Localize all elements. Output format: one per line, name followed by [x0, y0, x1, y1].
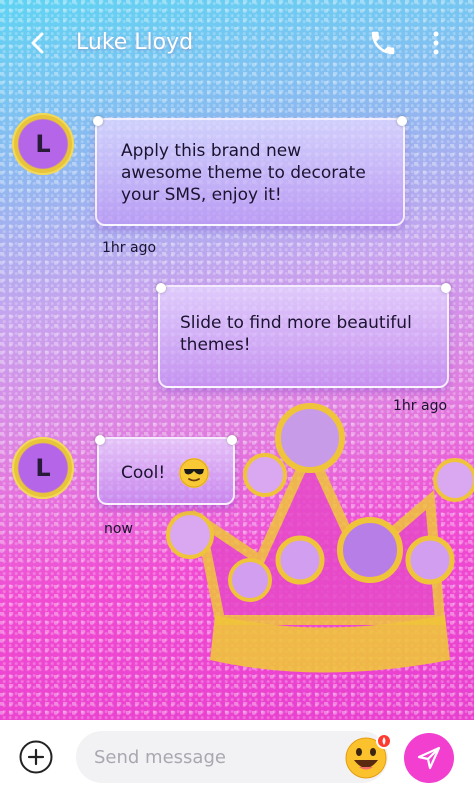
- plus-circle-icon[interactable]: [19, 740, 53, 774]
- message-timestamp: 1hr ago: [102, 240, 157, 256]
- avatar-letter: L: [35, 454, 51, 482]
- contact-avatar[interactable]: L: [12, 437, 74, 499]
- chevron-left-icon[interactable]: [24, 28, 52, 58]
- avatar-letter: L: [35, 130, 51, 158]
- contact-avatar[interactable]: L: [12, 113, 74, 175]
- contact-name[interactable]: Luke Lloyd: [76, 30, 193, 55]
- incoming-message-bubble[interactable]: Apply this brand new awesome theme to de…: [93, 116, 407, 226]
- sunglasses-emoji-icon: [178, 458, 209, 488]
- grinning-emoji-icon[interactable]: [344, 732, 392, 780]
- message-text: Slide to find more beautiful themes!: [180, 313, 412, 355]
- send-icon: [417, 746, 441, 770]
- crown-decoration: [166, 403, 474, 673]
- message-text: Apply this brand new awesome theme to de…: [121, 141, 366, 205]
- outgoing-message-bubble[interactable]: Slide to find more beautiful themes!: [156, 283, 451, 388]
- more-vertical-icon[interactable]: [426, 28, 446, 58]
- message-timestamp: 1hr ago: [393, 398, 448, 414]
- message-input[interactable]: [76, 731, 388, 783]
- message-text: Cool!: [121, 463, 166, 483]
- send-button[interactable]: [404, 733, 454, 783]
- message-timestamp: now: [104, 521, 133, 537]
- conversation-header: Luke Lloyd: [0, 0, 474, 86]
- message-composer: [0, 720, 474, 796]
- incoming-message-bubble[interactable]: Cool!: [95, 435, 237, 505]
- phone-icon[interactable]: [368, 28, 398, 58]
